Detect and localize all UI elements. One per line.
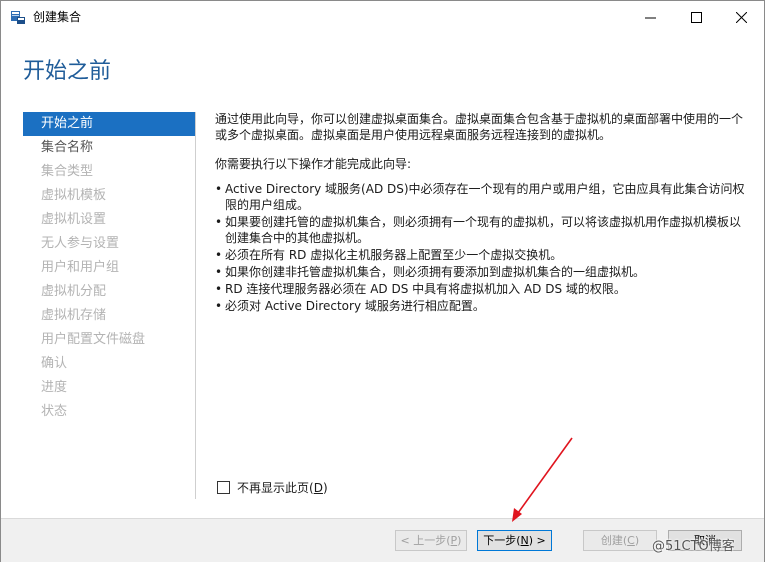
close-button[interactable] xyxy=(718,1,764,33)
nav-item-step: 确认 xyxy=(41,356,68,371)
wizard-step-nav: 开始之前 集合名称集合类型虚拟机模板虚拟机设置无人参与设置 用户和用户组 虚拟机分配虚… xyxy=(23,112,196,499)
maximize-button[interactable] xyxy=(673,1,719,33)
previous-button[interactable]: < 上一步(P) xyxy=(395,530,467,551)
close-icon xyxy=(735,11,747,23)
nav-item-step: 虚拟机设置 xyxy=(41,212,107,227)
requirements-heading: 你需要执行以下操作才能完成此向导: xyxy=(215,157,412,171)
intro-text: 通过使用此向导，你可以创建虚拟桌面集合。虚拟桌面集合包含基于虚拟机的桌面部署中使… xyxy=(215,112,744,142)
nav-item-step: 状态 xyxy=(41,404,68,419)
maximize-icon xyxy=(690,11,702,23)
requirements-list: Active Directory 域服务(AD DS)中必须存在一个现有的用户或… xyxy=(215,181,745,314)
nav-item-step: 用户配置文件磁盘 xyxy=(41,332,146,347)
create-button[interactable]: 创建(C) xyxy=(583,530,657,551)
create-collection-window: 创建集合 开始之前 开始之前 集合名称 集合类型 虚拟机模板 虚拟机设置 无人参与设置 用户… xyxy=(0,0,765,562)
title-bar[interactable]: 创建集合 xyxy=(1,1,764,33)
page-heading: 开始之前 xyxy=(23,59,112,84)
watermark: @51CTO博客 xyxy=(652,539,735,554)
nav-item-step[interactable]: 开始之前 xyxy=(23,112,195,136)
nav-item-step: 集合类型 xyxy=(41,164,94,179)
requirement-item: 必须对 Active Directory 域服务进行相应配置。 xyxy=(215,298,745,314)
nav-item-step: 无人参与设置 xyxy=(41,236,120,251)
button-bar: < 上一步(P) 下一步(N) > 创建(C) 取消 xyxy=(1,518,764,562)
dont-show-again-checkbox[interactable]: 不再显示此页(D) xyxy=(217,479,328,496)
next-button[interactable]: 下一步(N) > xyxy=(477,530,552,551)
requirement-item: 必须在所有 RD 虚拟化主机服务器上配置至少一个虚拟交换机。 xyxy=(215,247,745,263)
nav-item-step[interactable]: 集合名称 xyxy=(23,136,195,160)
nav-item-step: 进度 xyxy=(41,380,68,395)
minimize-icon xyxy=(644,17,656,18)
nav-item-step: 虚拟机分配 xyxy=(41,284,107,299)
requirement-item: RD 连接代理服务器必须在 AD DS 中具有将虚拟机加入 AD DS 域的权限… xyxy=(215,281,745,297)
dont-show-label: 不再显示此页(D) xyxy=(237,481,328,495)
requirement-item: 如果要创建托管的虚拟机集合，则必须拥有一个现有的虚拟机，可以将该虚拟机用作虚拟机… xyxy=(215,214,745,246)
nav-item-step: 虚拟机模板 xyxy=(41,188,107,203)
requirement-item: Active Directory 域服务(AD DS)中必须存在一个现有的用户或… xyxy=(215,181,745,213)
window-title: 创建集合 xyxy=(33,10,82,24)
nav-item-step: 用户和用户组 xyxy=(41,260,120,275)
requirement-item: 如果你创建非托管虚拟机集合，则必须拥有要添加到虚拟机集合的一组虚拟机。 xyxy=(215,264,745,280)
nav-item-step: 虚拟机存储 xyxy=(41,308,107,323)
server-manager-icon xyxy=(10,9,26,25)
checkbox-box[interactable] xyxy=(217,481,230,494)
minimize-button[interactable] xyxy=(627,1,673,33)
content-pane: 通过使用此向导，你可以创建虚拟桌面集合。虚拟桌面集合包含基于虚拟机的桌面部署中使… xyxy=(215,111,745,315)
